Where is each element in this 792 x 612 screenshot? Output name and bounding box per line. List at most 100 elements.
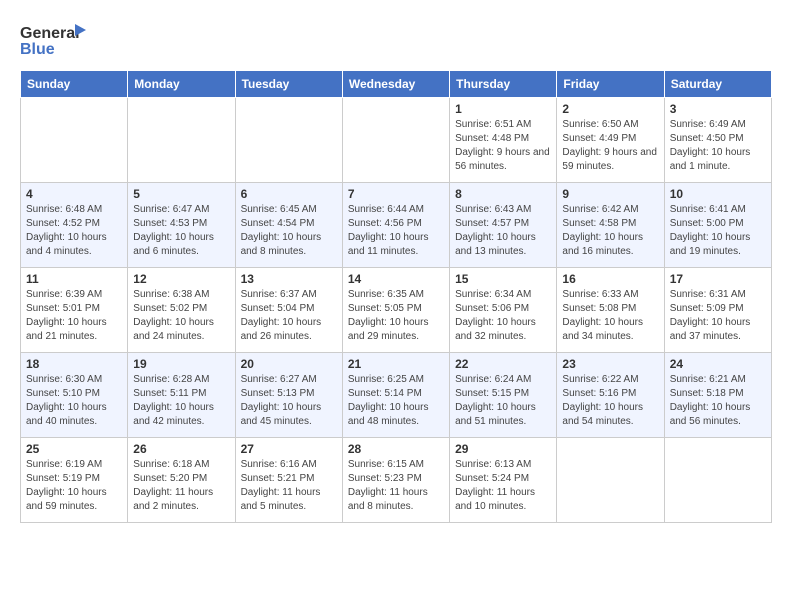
day-number: 17 xyxy=(670,272,766,286)
day-number: 24 xyxy=(670,357,766,371)
day-number: 4 xyxy=(26,187,122,201)
day-info: Sunrise: 6:50 AM Sunset: 4:49 PM Dayligh… xyxy=(562,118,658,174)
header-row: SundayMondayTuesdayWednesdayThursdayFrid… xyxy=(21,71,772,98)
day-info: Sunrise: 6:51 AM Sunset: 4:48 PM Dayligh… xyxy=(455,118,551,174)
page-header: GeneralBlue xyxy=(20,20,772,60)
calendar-cell: 26 Sunrise: 6:18 AM Sunset: 5:20 PM Dayli… xyxy=(128,438,235,523)
calendar-cell xyxy=(235,98,342,183)
calendar-cell: 17 Sunrise: 6:31 AM Sunset: 5:09 PM Dayli… xyxy=(664,268,771,353)
day-info: Sunrise: 6:13 AM Sunset: 5:24 PM Dayligh… xyxy=(455,458,551,514)
day-info: Sunrise: 6:43 AM Sunset: 4:57 PM Dayligh… xyxy=(455,203,551,259)
calendar-cell: 24 Sunrise: 6:21 AM Sunset: 5:18 PM Dayli… xyxy=(664,353,771,438)
calendar-cell: 15Sunrise: 6:34 AM Sunset: 5:06 PM Dayli… xyxy=(450,268,557,353)
day-info: Sunrise: 6:33 AM Sunset: 5:08 PM Dayligh… xyxy=(562,288,658,344)
calendar-cell: 12 Sunrise: 6:38 AM Sunset: 5:02 PM Dayli… xyxy=(128,268,235,353)
day-info: Sunrise: 6:42 AM Sunset: 4:58 PM Dayligh… xyxy=(562,203,658,259)
day-number: 1 xyxy=(455,102,551,116)
calendar-cell: 27 Sunrise: 6:16 AM Sunset: 5:21 PM Dayli… xyxy=(235,438,342,523)
day-info: Sunrise: 6:16 AM Sunset: 5:21 PM Dayligh… xyxy=(241,458,337,514)
day-info: Sunrise: 6:37 AM Sunset: 5:04 PM Dayligh… xyxy=(241,288,337,344)
week-row-1: 1 Sunrise: 6:51 AM Sunset: 4:48 PM Daylig… xyxy=(21,98,772,183)
calendar-cell: 3 Sunrise: 6:49 AM Sunset: 4:50 PM Daylig… xyxy=(664,98,771,183)
week-row-5: 25 Sunrise: 6:19 AM Sunset: 5:19 PM Dayli… xyxy=(21,438,772,523)
day-number: 7 xyxy=(348,187,444,201)
calendar-cell: 22 Sunrise: 6:24 AM Sunset: 5:15 PM Dayli… xyxy=(450,353,557,438)
day-info: Sunrise: 6:49 AM Sunset: 4:50 PM Dayligh… xyxy=(670,118,766,174)
day-number: 23 xyxy=(562,357,658,371)
calendar-cell: 4 Sunrise: 6:48 AM Sunset: 4:52 PM Daylig… xyxy=(21,183,128,268)
calendar-cell: 16 Sunrise: 6:33 AM Sunset: 5:08 PM Dayli… xyxy=(557,268,664,353)
calendar-cell xyxy=(21,98,128,183)
calendar-cell: 13 Sunrise: 6:37 AM Sunset: 5:04 PM Dayli… xyxy=(235,268,342,353)
day-info: Sunrise: 6:15 AM Sunset: 5:23 PM Dayligh… xyxy=(348,458,444,514)
calendar-cell: 29 Sunrise: 6:13 AM Sunset: 5:24 PM Dayli… xyxy=(450,438,557,523)
day-number: 6 xyxy=(241,187,337,201)
day-number: 14 xyxy=(348,272,444,286)
calendar-cell: 19 Sunrise: 6:28 AM Sunset: 5:11 PM Dayli… xyxy=(128,353,235,438)
day-number: 25 xyxy=(26,442,122,456)
day-number: 9 xyxy=(562,187,658,201)
calendar-cell xyxy=(342,98,449,183)
day-info: Sunrise: 6:39 AM Sunset: 5:01 PM Dayligh… xyxy=(26,288,122,344)
calendar-cell: 23Sunrise: 6:22 AM Sunset: 5:16 PM Dayli… xyxy=(557,353,664,438)
day-number: 18 xyxy=(26,357,122,371)
day-number: 5 xyxy=(133,187,229,201)
calendar-cell: 20 Sunrise: 6:27 AM Sunset: 5:13 PM Dayli… xyxy=(235,353,342,438)
day-header-wednesday: Wednesday xyxy=(342,71,449,98)
day-info: Sunrise: 6:28 AM Sunset: 5:11 PM Dayligh… xyxy=(133,373,229,429)
day-number: 22 xyxy=(455,357,551,371)
calendar-cell: 11 Sunrise: 6:39 AM Sunset: 5:01 PM Dayli… xyxy=(21,268,128,353)
calendar-cell: 18 Sunrise: 6:30 AM Sunset: 5:10 PM Dayli… xyxy=(21,353,128,438)
day-header-saturday: Saturday xyxy=(664,71,771,98)
day-info: Sunrise: 6:18 AM Sunset: 5:20 PM Dayligh… xyxy=(133,458,229,514)
week-row-4: 18 Sunrise: 6:30 AM Sunset: 5:10 PM Dayli… xyxy=(21,353,772,438)
calendar-table: SundayMondayTuesdayWednesdayThursdayFrid… xyxy=(20,70,772,523)
day-number: 27 xyxy=(241,442,337,456)
calendar-cell: 14Sunrise: 6:35 AM Sunset: 5:05 PM Dayli… xyxy=(342,268,449,353)
day-header-thursday: Thursday xyxy=(450,71,557,98)
calendar-cell: 21Sunrise: 6:25 AM Sunset: 5:14 PM Dayli… xyxy=(342,353,449,438)
day-number: 19 xyxy=(133,357,229,371)
day-header-tuesday: Tuesday xyxy=(235,71,342,98)
day-number: 16 xyxy=(562,272,658,286)
day-number: 26 xyxy=(133,442,229,456)
day-info: Sunrise: 6:31 AM Sunset: 5:09 PM Dayligh… xyxy=(670,288,766,344)
day-info: Sunrise: 6:47 AM Sunset: 4:53 PM Dayligh… xyxy=(133,203,229,259)
calendar-cell: 5 Sunrise: 6:47 AM Sunset: 4:53 PM Daylig… xyxy=(128,183,235,268)
day-number: 29 xyxy=(455,442,551,456)
calendar-cell: 8 Sunrise: 6:43 AM Sunset: 4:57 PM Daylig… xyxy=(450,183,557,268)
day-number: 10 xyxy=(670,187,766,201)
calendar-cell: 6Sunrise: 6:45 AM Sunset: 4:54 PM Daylig… xyxy=(235,183,342,268)
day-info: Sunrise: 6:21 AM Sunset: 5:18 PM Dayligh… xyxy=(670,373,766,429)
day-header-sunday: Sunday xyxy=(21,71,128,98)
day-number: 8 xyxy=(455,187,551,201)
logo: GeneralBlue xyxy=(20,20,100,60)
day-number: 15 xyxy=(455,272,551,286)
day-info: Sunrise: 6:48 AM Sunset: 4:52 PM Dayligh… xyxy=(26,203,122,259)
day-info: Sunrise: 6:19 AM Sunset: 5:19 PM Dayligh… xyxy=(26,458,122,514)
svg-text:Blue: Blue xyxy=(20,41,55,58)
day-info: Sunrise: 6:27 AM Sunset: 5:13 PM Dayligh… xyxy=(241,373,337,429)
day-info: Sunrise: 6:41 AM Sunset: 5:00 PM Dayligh… xyxy=(670,203,766,259)
week-row-2: 4 Sunrise: 6:48 AM Sunset: 4:52 PM Daylig… xyxy=(21,183,772,268)
day-info: Sunrise: 6:25 AM Sunset: 5:14 PM Dayligh… xyxy=(348,373,444,429)
calendar-cell: 28Sunrise: 6:15 AM Sunset: 5:23 PM Dayli… xyxy=(342,438,449,523)
calendar-cell: 25 Sunrise: 6:19 AM Sunset: 5:19 PM Dayli… xyxy=(21,438,128,523)
day-header-friday: Friday xyxy=(557,71,664,98)
day-number: 12 xyxy=(133,272,229,286)
day-info: Sunrise: 6:38 AM Sunset: 5:02 PM Dayligh… xyxy=(133,288,229,344)
day-number: 20 xyxy=(241,357,337,371)
calendar-cell: 7 Sunrise: 6:44 AM Sunset: 4:56 PM Daylig… xyxy=(342,183,449,268)
calendar-cell: 10 Sunrise: 6:41 AM Sunset: 5:00 PM Dayli… xyxy=(664,183,771,268)
svg-text:General: General xyxy=(20,25,80,42)
day-number: 11 xyxy=(26,272,122,286)
day-number: 3 xyxy=(670,102,766,116)
day-info: Sunrise: 6:24 AM Sunset: 5:15 PM Dayligh… xyxy=(455,373,551,429)
logo-svg: GeneralBlue xyxy=(20,20,100,60)
day-info: Sunrise: 6:44 AM Sunset: 4:56 PM Dayligh… xyxy=(348,203,444,259)
calendar-cell xyxy=(664,438,771,523)
day-info: Sunrise: 6:30 AM Sunset: 5:10 PM Dayligh… xyxy=(26,373,122,429)
day-number: 13 xyxy=(241,272,337,286)
calendar-cell xyxy=(128,98,235,183)
calendar-cell: 9 Sunrise: 6:42 AM Sunset: 4:58 PM Daylig… xyxy=(557,183,664,268)
